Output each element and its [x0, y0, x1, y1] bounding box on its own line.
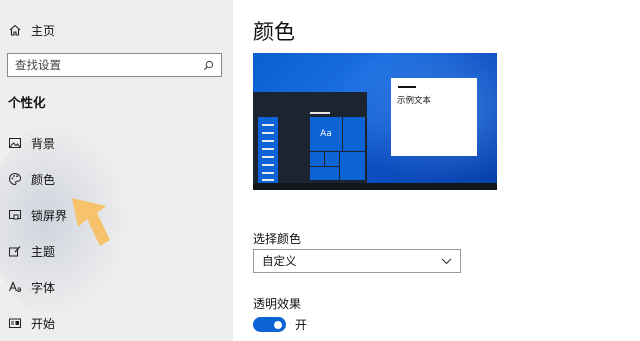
sidebar: 主页 查找设置 个性化 背景 颜色 锁屏界 主题 字体 开始 — [0, 0, 233, 341]
preview-menu-line — [262, 132, 274, 134]
search-input[interactable]: 查找设置 — [7, 53, 222, 77]
preview-tile — [340, 152, 365, 180]
lock-screen-icon — [8, 208, 22, 222]
preview-menu-line — [262, 156, 274, 158]
sidebar-item-lock-screen[interactable]: 锁屏界 — [8, 205, 67, 225]
transparency-label: 透明效果 — [253, 297, 302, 311]
transparency-state: 开 — [295, 318, 308, 332]
choose-color-value: 自定义 — [262, 254, 297, 268]
pointer-arrow-icon — [72, 198, 110, 246]
sidebar-item-label: 锁屏界 — [31, 208, 68, 223]
chevron-down-icon — [441, 258, 452, 264]
search-placeholder: 查找设置 — [15, 58, 61, 72]
preview-tile-aa: Aa — [310, 117, 342, 151]
sidebar-item-start[interactable]: 开始 — [8, 313, 55, 333]
preview-sample-text: 示例文本 — [397, 96, 432, 106]
home-icon — [9, 24, 21, 36]
preview-tile — [325, 152, 339, 166]
transparency-row: 开 — [253, 316, 307, 333]
sidebar-item-background[interactable]: 背景 — [8, 133, 55, 153]
image-icon — [8, 136, 22, 150]
choose-color-dropdown[interactable]: 自定义 — [253, 249, 461, 273]
preview-menu-line — [262, 140, 274, 142]
sidebar-item-label: 主题 — [31, 244, 56, 259]
sidebar-item-fonts[interactable]: 字体 — [8, 277, 55, 297]
nav-home[interactable]: 主页 — [8, 20, 55, 40]
preview-menu-line — [262, 148, 274, 150]
preview-tile — [310, 152, 324, 166]
toggle-knob — [274, 320, 282, 329]
start-icon — [8, 316, 22, 330]
palette-icon — [8, 172, 22, 186]
preview-taskbar — [253, 183, 497, 190]
sidebar-item-label: 开始 — [31, 316, 56, 331]
page-title: 颜色 — [253, 20, 295, 44]
choose-color-label: 选择颜色 — [253, 232, 302, 246]
brush-icon — [8, 244, 22, 258]
color-preview: Aa 示例文本 — [253, 53, 497, 190]
preview-menu-line — [262, 179, 274, 181]
sidebar-item-themes[interactable]: 主题 — [8, 241, 55, 261]
transparency-toggle[interactable] — [253, 317, 286, 332]
search-icon — [203, 60, 214, 70]
home-label: 主页 — [31, 23, 56, 38]
sidebar-item-colors[interactable]: 颜色 — [8, 169, 55, 189]
preview-menu-line — [262, 164, 274, 166]
section-title: 个性化 — [8, 95, 46, 110]
main-content: 颜色 Aa 示例文本 选择颜色 自定义 透明效果 开 — [233, 0, 640, 341]
font-icon — [8, 280, 22, 294]
preview-menu-line — [262, 124, 274, 126]
preview-sample-window: 示例文本 — [391, 78, 477, 156]
preview-tile — [343, 117, 365, 151]
sidebar-item-label: 背景 — [31, 136, 56, 151]
sidebar-item-label: 颜色 — [31, 172, 56, 187]
preview-header-line — [310, 112, 330, 114]
sidebar-item-label: 字体 — [31, 280, 56, 295]
preview-menu-line — [262, 172, 274, 174]
preview-window-titlebar — [398, 86, 416, 88]
preview-tile — [310, 167, 339, 180]
